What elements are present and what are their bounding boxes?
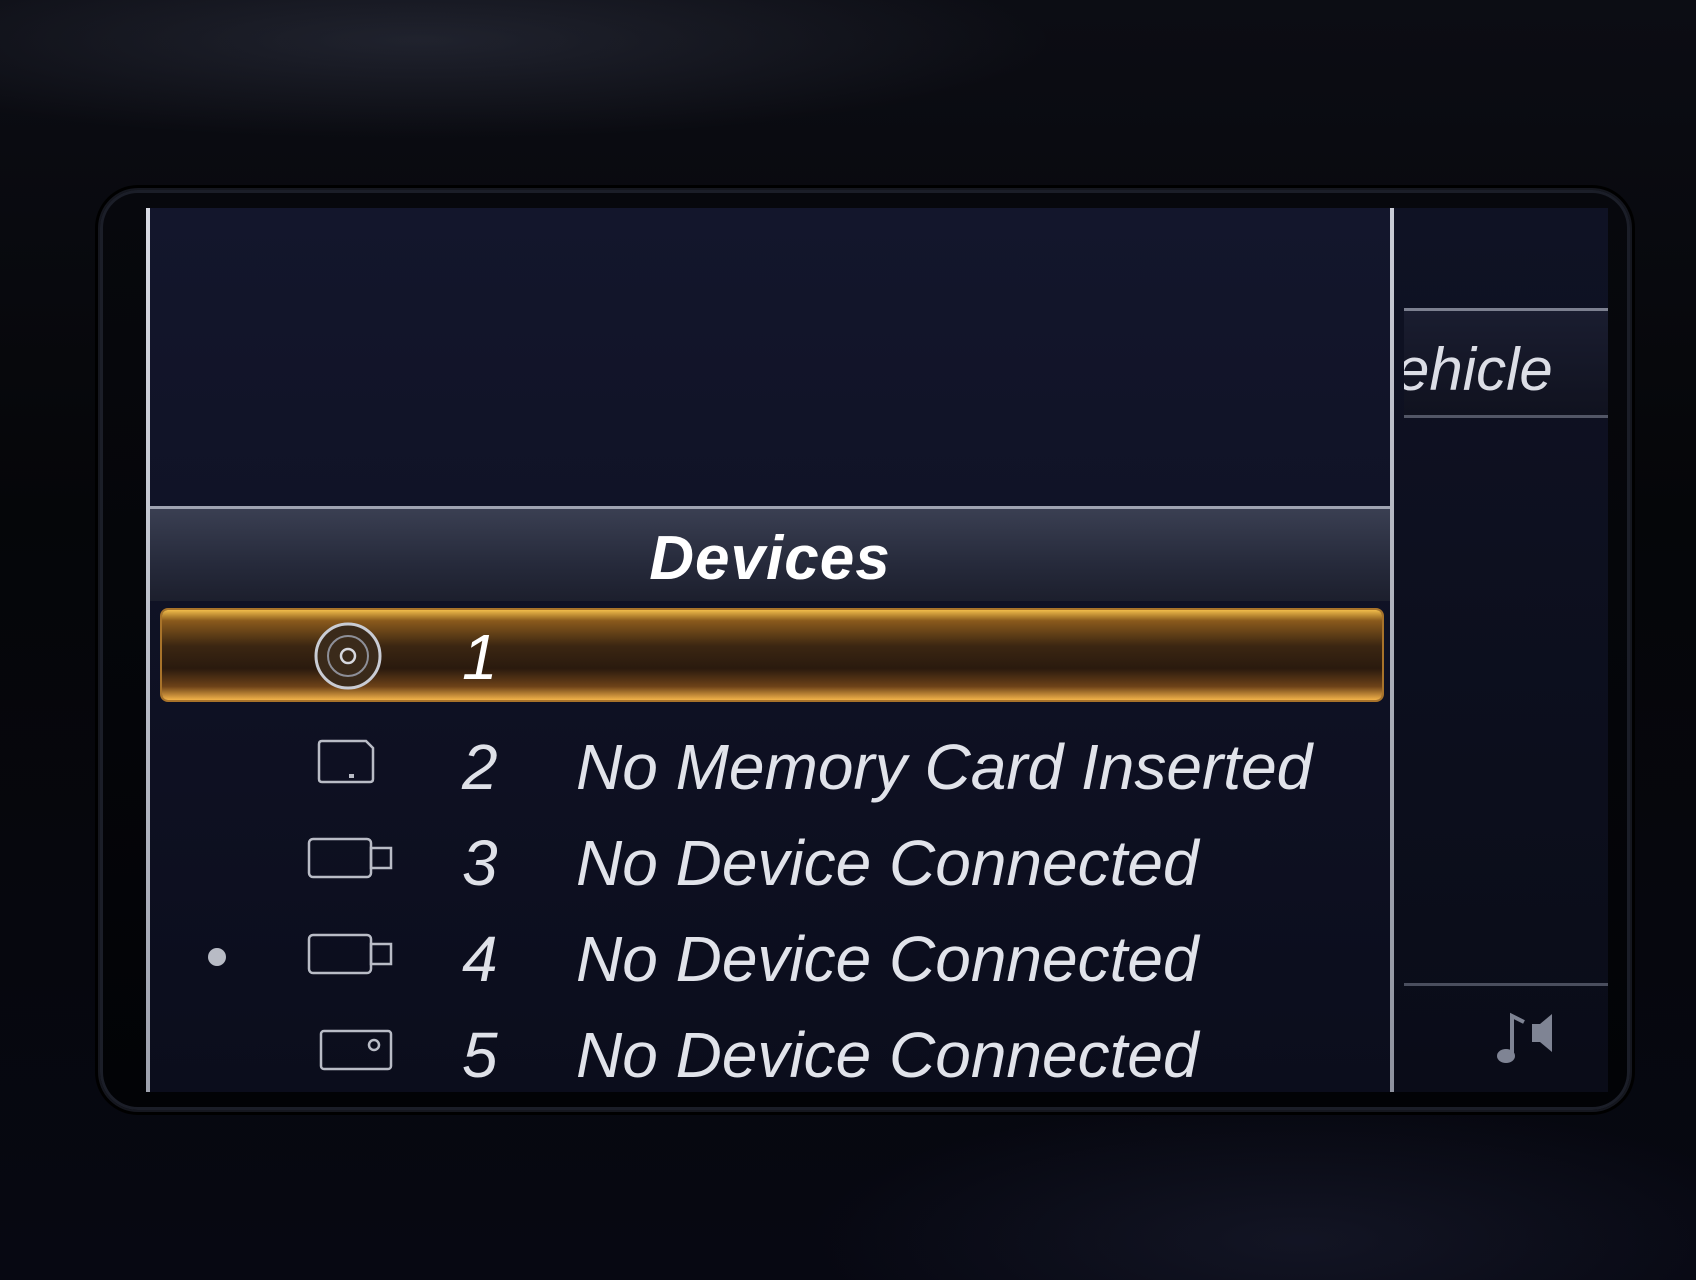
memory-card-icon	[317, 739, 375, 784]
side-menu: ehicle	[1394, 208, 1608, 1092]
device-row-3[interactable]: 3 No Device Connected	[150, 812, 1390, 904]
usb-stick-icon	[307, 933, 393, 975]
side-menu-item-audio[interactable]	[1404, 983, 1608, 1086]
device-number: 4	[462, 923, 498, 995]
device-number: 3	[462, 827, 498, 899]
device-row-4[interactable]: 4 No Device Connected	[150, 908, 1390, 1000]
devices-header: Devices	[150, 506, 1390, 601]
device-row-1[interactable]: 1	[162, 610, 1382, 700]
media-device-icon	[319, 1029, 393, 1071]
device-number: 2	[462, 731, 498, 803]
device-label: No Device Connected	[576, 827, 1199, 899]
device-number: 1	[462, 621, 498, 693]
main-pane: Devices 1 2 No Memory Card Inserted 3 No…	[146, 208, 1392, 1092]
infotainment-screen: Devices 1 2 No Memory Card Inserted 3 No…	[146, 208, 1608, 1092]
device-number: 5	[462, 1019, 498, 1091]
page-title: Devices	[649, 524, 891, 593]
side-menu-item-label: ehicle	[1404, 336, 1553, 403]
disc-icon	[314, 622, 382, 690]
active-source-indicator	[208, 948, 226, 966]
device-label: No Device Connected	[576, 1019, 1199, 1091]
device-row-2[interactable]: 2 No Memory Card Inserted	[150, 716, 1390, 808]
usb-stick-icon	[307, 837, 393, 879]
left-edge-divider	[146, 208, 150, 1092]
music-note-speaker-icon	[1497, 1012, 1552, 1063]
device-label: No Memory Card Inserted	[576, 731, 1313, 803]
side-menu-item-vehicle[interactable]: ehicle	[1404, 308, 1608, 418]
device-label: No Device Connected	[576, 923, 1199, 995]
device-row-5[interactable]: 5 No Device Connected	[150, 1004, 1390, 1092]
